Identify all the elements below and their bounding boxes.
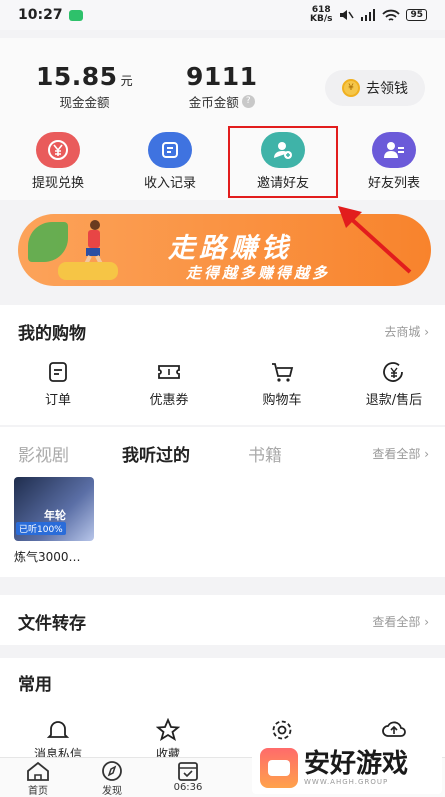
mute-icon xyxy=(340,10,355,20)
status-right: 618 KB/s 95 xyxy=(310,6,427,24)
friend-list-label: 好友列表 xyxy=(367,176,420,191)
home-icon xyxy=(27,761,49,781)
banner-subtitle: 走得越多赚得越多 xyxy=(186,264,331,282)
messages-button[interactable]: 消息私信 xyxy=(18,718,98,762)
nav-home[interactable]: 首页 xyxy=(8,760,68,797)
star-icon xyxy=(155,717,181,741)
audiobook-cover[interactable]: 年轮 已听100% xyxy=(14,477,94,541)
shopping-title: 我的购物 xyxy=(18,324,86,344)
battery-level: 95 xyxy=(406,9,427,21)
refund-button[interactable]: 退款/售后 xyxy=(344,361,444,408)
cart-icon xyxy=(272,363,294,382)
nav-calendar-label: 06:36 xyxy=(173,782,203,793)
coin-icon: ¥ xyxy=(342,79,360,97)
order-button[interactable]: 订单 xyxy=(8,361,108,408)
balance-card: 15.85 元 现金金额 9111 金币金额? ¥ 去领钱 xyxy=(0,38,445,128)
income-record-label: 收入记录 xyxy=(143,176,196,191)
tab-listened[interactable]: 我听过的 xyxy=(122,441,190,466)
coin-balance[interactable]: 9111 金币金额? xyxy=(186,62,258,111)
highlight-box xyxy=(228,126,338,198)
cart-label: 购物车 xyxy=(262,393,302,408)
network-speed: 618 KB/s xyxy=(310,6,332,24)
refund-label: 退款/售后 xyxy=(365,393,423,408)
earn-money-button[interactable]: ¥ 去领钱 xyxy=(325,70,425,106)
help-icon[interactable]: ? xyxy=(241,95,255,108)
nav-calendar[interactable]: 06:36 xyxy=(158,760,218,793)
annotation-arrow xyxy=(338,206,412,274)
wechat-icon xyxy=(68,9,83,21)
nav-home-label: 首页 xyxy=(28,786,48,797)
watermark-text-block: 安好游戏 WWW.AHGH.GROUP xyxy=(304,750,408,786)
view-all-media-link[interactable]: 查看全部 › xyxy=(372,445,429,462)
watermark-text: 安好游戏 xyxy=(304,749,409,779)
refund-icon xyxy=(383,362,403,382)
calendar-check-icon xyxy=(178,762,198,781)
file-transfer-title: 文件转存 xyxy=(18,614,86,634)
coin-amount: 9111 xyxy=(186,62,258,91)
go-mall-link[interactable]: 去商城 › xyxy=(384,323,429,340)
tab-videos[interactable]: 影视剧 xyxy=(18,441,69,466)
common-title: 常用 xyxy=(18,675,52,695)
cart-button[interactable]: 购物车 xyxy=(232,361,332,408)
withdraw-label: 提现兑换 xyxy=(31,176,84,191)
nav-discover-label: 发现 xyxy=(102,786,122,797)
friend-list-button[interactable]: 好友列表 xyxy=(344,132,444,191)
signal-icon xyxy=(361,9,376,21)
status-bar: 10:27 618 KB/s 95 xyxy=(0,0,445,30)
cash-amount: 15.85 元 xyxy=(36,62,134,91)
view-all-files-link[interactable]: 查看全部 › xyxy=(372,613,429,630)
coupon-label: 优惠券 xyxy=(149,393,189,408)
audiobook-caption[interactable]: 炼气3000… xyxy=(14,548,81,565)
tab-books[interactable]: 书籍 xyxy=(248,441,282,466)
site-watermark: 安好游戏 WWW.AHGH.GROUP xyxy=(252,742,442,794)
order-label: 订单 xyxy=(44,393,71,408)
speed-unit: KB/s xyxy=(309,14,333,24)
cash-balance[interactable]: 15.85 元 现金金额 xyxy=(36,62,133,111)
status-time: 10:27 xyxy=(18,7,63,23)
leaf-decoration xyxy=(28,222,68,262)
earn-money-label: 去领钱 xyxy=(366,81,408,97)
cover-title: 年轮 xyxy=(44,509,66,522)
cloud-upload-icon xyxy=(382,721,406,737)
coupon-button[interactable]: 优惠券 xyxy=(119,361,219,408)
bell-icon xyxy=(46,721,70,738)
banner-title: 走路赚钱 xyxy=(168,233,292,264)
shopping-section: 我的购物 去商城 › 订单 优惠券 购物车 退款/售后 xyxy=(0,305,445,425)
yen-icon xyxy=(36,132,80,168)
gear-icon xyxy=(272,720,292,740)
media-section: 影视剧 我听过的 书籍 查看全部 › 年轮 已听100% 炼气3000… xyxy=(0,427,445,577)
compass-icon xyxy=(102,761,122,781)
order-icon xyxy=(49,362,67,382)
coin-label: 金币金额? xyxy=(186,92,258,111)
watermark-url: WWW.AHGH.GROUP xyxy=(304,778,389,786)
income-record-button[interactable]: 收入记录 xyxy=(120,132,220,191)
favorites-button[interactable]: 收藏 xyxy=(128,717,208,762)
coins-decoration xyxy=(58,262,118,280)
cash-label: 现金金额 xyxy=(59,95,110,110)
friend-list-icon xyxy=(372,132,416,168)
record-icon xyxy=(148,132,192,168)
listened-badge: 已听100% xyxy=(16,522,66,535)
nav-discover[interactable]: 发现 xyxy=(82,760,142,797)
file-transfer-section: 文件转存 查看全部 › xyxy=(0,595,445,645)
action-row: 提现兑换 收入记录 邀请好友 好友列表 xyxy=(0,128,445,200)
wifi-icon xyxy=(382,9,401,21)
withdraw-button[interactable]: 提现兑换 xyxy=(8,132,108,191)
coupon-icon xyxy=(158,365,180,379)
gamepad-logo-icon xyxy=(260,748,298,788)
